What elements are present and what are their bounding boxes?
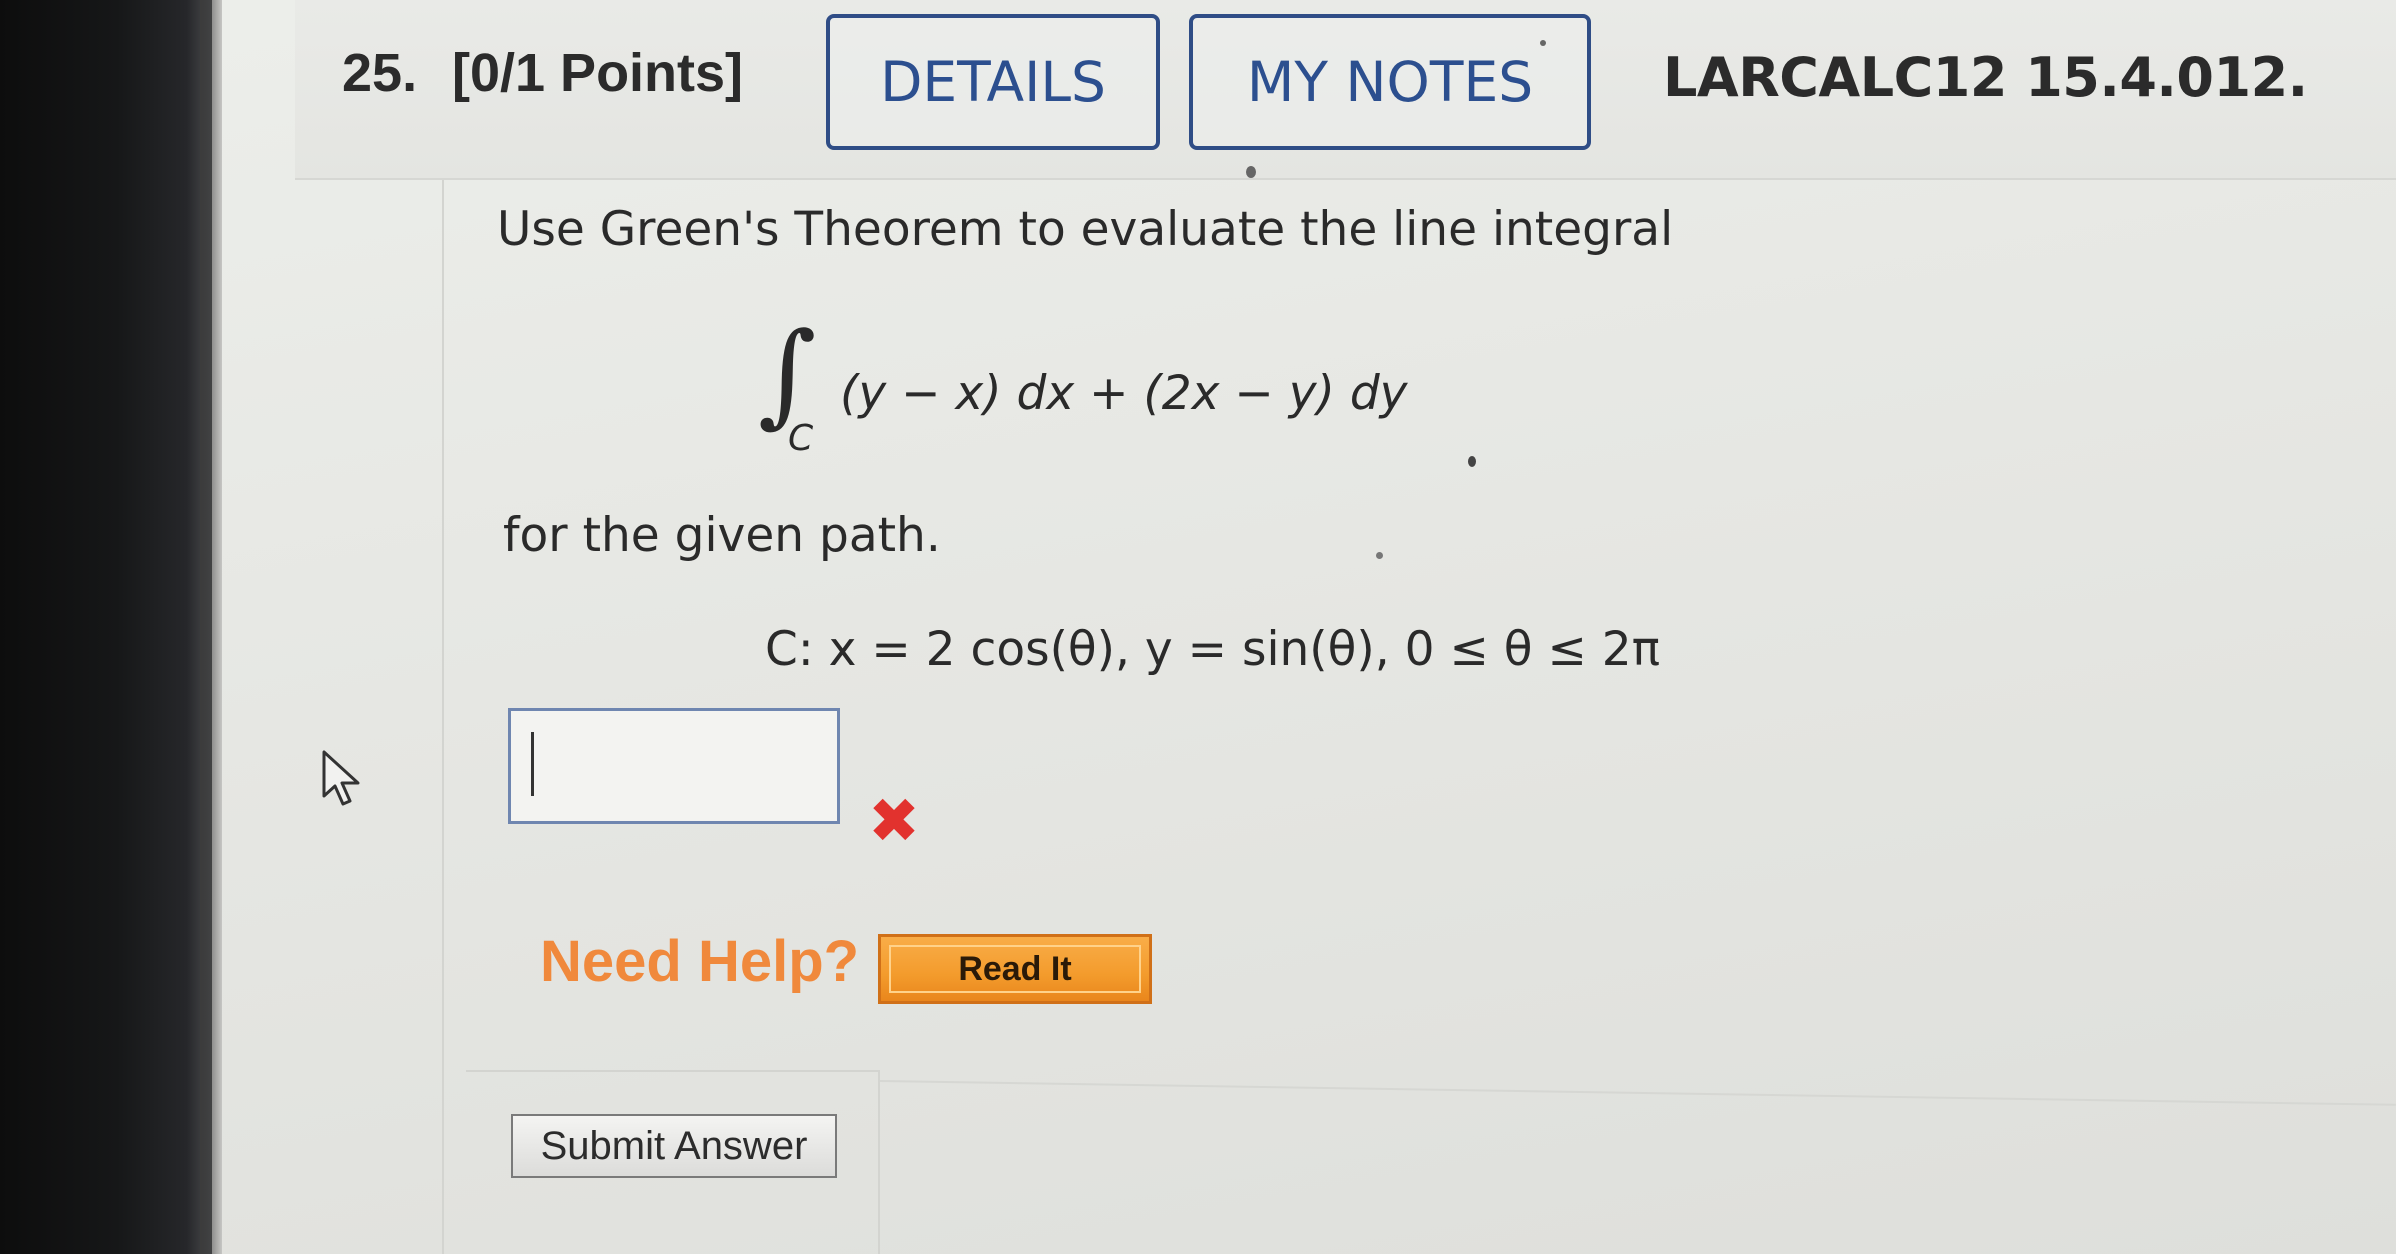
details-button[interactable]: DETAILS (826, 14, 1160, 150)
question-points: [0/1 Points] (452, 43, 744, 103)
problem-prompt: Use Green's Theorem to evaluate the line… (497, 202, 1674, 257)
read-it-button[interactable]: Read It (878, 934, 1152, 1004)
need-help-label: Need Help? (540, 929, 860, 994)
integral-symbol: ∫ (758, 309, 817, 439)
answer-input[interactable] (508, 708, 840, 824)
monitor-bezel (0, 0, 212, 1254)
problem-code: LARCALC12 15.4.012. (1663, 46, 2308, 109)
text-caret (531, 732, 534, 796)
integral-subscript: C (788, 418, 814, 459)
question-number: 25. (342, 43, 418, 103)
path-definition: C: x = 2 cos(θ), y = sin(θ), 0 ≤ θ ≤ 2π (765, 622, 1660, 677)
integrand: (y − x) dx + (2x − y) dy (840, 366, 1408, 421)
mouse-pointer-icon (318, 748, 368, 812)
screen-speck (1540, 40, 1546, 46)
screen: { "question": { "number": "25.", "points… (0, 0, 2396, 1254)
screen-speck (1246, 166, 1256, 178)
screen-speck (1468, 456, 1476, 467)
screen-speck (1376, 552, 1383, 559)
my-notes-button[interactable]: MY NOTES (1189, 14, 1591, 150)
submit-answer-button[interactable]: Submit Answer (511, 1114, 837, 1178)
read-it-label: Read It (958, 949, 1072, 988)
path-intro: for the given path. (503, 508, 941, 563)
red-x-icon: ✖ (868, 784, 920, 857)
